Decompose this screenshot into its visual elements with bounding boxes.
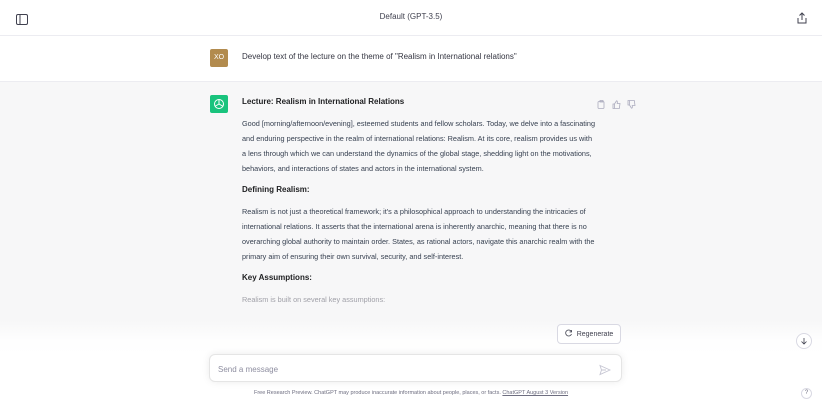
model-title[interactable]: Default (GPT-3.5) <box>0 12 822 21</box>
intro-paragraph: Good [morning/afternoon/evening], esteem… <box>242 119 596 173</box>
top-bar: Default (GPT-3.5) <box>0 0 822 36</box>
thumbs-down-icon[interactable] <box>627 96 636 109</box>
assumptions-paragraph: Realism is built on several key assumpti… <box>242 295 386 304</box>
share-icon[interactable] <box>796 11 808 24</box>
defining-paragraph: Realism is not just a theoretical framew… <box>242 207 595 261</box>
message-input[interactable] <box>218 362 588 376</box>
lecture-title: Lecture: Realism in International Relati… <box>242 97 405 106</box>
thumbs-up-icon[interactable] <box>612 96 621 109</box>
assistant-message-content: Lecture: Realism in International Relati… <box>242 96 597 315</box>
section-heading-defining: Defining Realism: <box>242 185 310 194</box>
user-message-row: XO Develop text of the lecture on the th… <box>0 36 822 82</box>
message-actions <box>597 96 636 109</box>
regenerate-button[interactable]: Regenerate <box>557 324 621 344</box>
scroll-down-button[interactable] <box>796 333 812 349</box>
version-link[interactable]: ChatGPT August 3 Version <box>502 390 568 396</box>
user-avatar: XO <box>210 49 228 67</box>
send-icon[interactable] <box>599 363 612 376</box>
section-heading-assumptions: Key Assumptions: <box>242 273 312 282</box>
copy-icon[interactable] <box>597 96 606 109</box>
arrow-down-icon <box>801 338 807 345</box>
disclaimer-text: Free Research Preview. ChatGPT may produ… <box>253 390 503 396</box>
message-composer <box>209 354 622 382</box>
chatgpt-logo-icon <box>210 95 228 113</box>
user-message-text: Develop text of the lecture on the theme… <box>242 52 517 61</box>
disclaimer-footer: Free Research Preview. ChatGPT may produ… <box>0 390 822 396</box>
regenerate-label: Regenerate <box>576 330 614 338</box>
refresh-icon <box>564 329 573 339</box>
help-button[interactable]: ? <box>801 388 812 399</box>
